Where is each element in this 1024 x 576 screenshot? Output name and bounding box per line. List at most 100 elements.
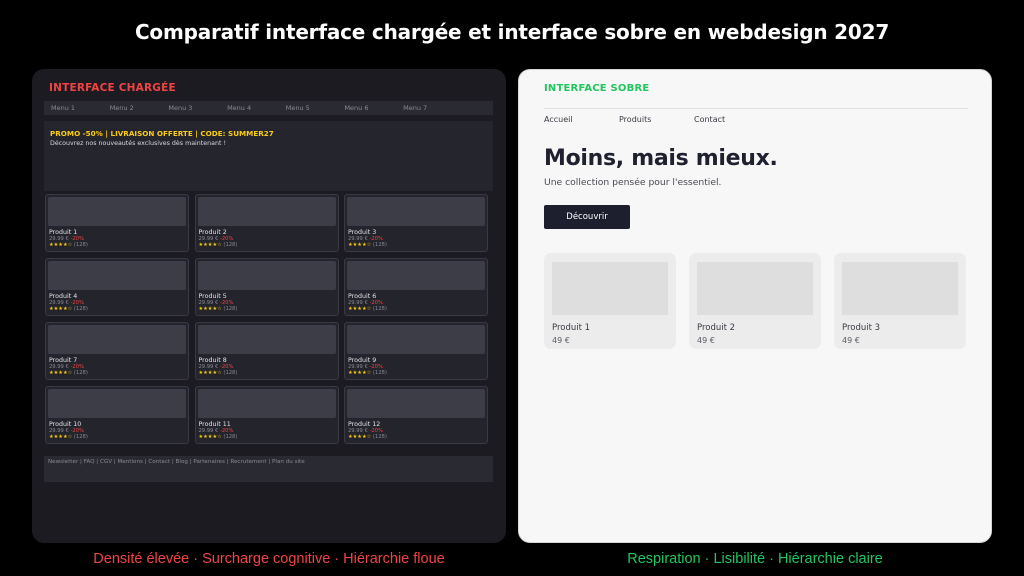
star-rating-icon: ★★★★☆	[348, 434, 372, 440]
product-card[interactable]: Produit 2 29.99 € -20% ★★★★☆ (128)	[194, 194, 339, 252]
product-card[interactable]: Produit 12 29.99 € -20% ★★★★☆ (128)	[344, 386, 488, 444]
header-divider	[544, 108, 968, 109]
product-rating: ★★★★☆ (128)	[347, 434, 485, 440]
product-rating: ★★★★☆ (128)	[198, 434, 336, 440]
review-count: (128)	[372, 434, 387, 440]
footer-links[interactable]: Newsletter | FAQ | CGV | Mentions | Cont…	[44, 456, 493, 482]
cluttered-caption: Densité élevée · Surcharge cognitive · H…	[93, 551, 445, 567]
star-rating-icon: ★★★★☆	[49, 370, 73, 376]
product-rating: ★★★★☆ (128)	[347, 242, 485, 248]
product-card[interactable]: Produit 3 49 €	[834, 253, 966, 349]
product-image-placeholder	[347, 261, 485, 290]
star-rating-icon: ★★★★☆	[348, 370, 372, 376]
star-rating-icon: ★★★★☆	[198, 306, 222, 312]
product-image-placeholder	[197, 389, 336, 418]
product-name: Produit 6	[348, 293, 377, 300]
product-name: Produit 12	[348, 421, 381, 428]
product-image-placeholder	[842, 262, 958, 315]
clean-nav: Accueil Produits Contact	[544, 115, 769, 124]
cluttered-interface-heading: INTERFACE CHARGÉE	[49, 82, 176, 94]
product-card[interactable]: Produit 1 29.99 € -20% ★★★★☆ (128)	[45, 194, 189, 252]
review-count: (128)	[73, 306, 88, 312]
review-count: (128)	[223, 306, 238, 312]
product-card[interactable]: Produit 5 29.99 € -20% ★★★★☆ (128)	[194, 258, 339, 316]
product-card[interactable]: Produit 3 29.99 € -20% ★★★★☆ (128)	[344, 194, 488, 252]
product-image-placeholder	[697, 262, 813, 315]
product-card[interactable]: Produit 1 49 €	[544, 253, 676, 349]
promo-subtitle: Découvrez nos nouveautés exclusives dès …	[50, 140, 226, 147]
product-image-placeholder	[48, 197, 186, 226]
product-card[interactable]: Produit 9 29.99 € -20% ★★★★☆ (128)	[344, 322, 488, 380]
product-image-placeholder	[347, 389, 485, 418]
star-rating-icon: ★★★★☆	[198, 242, 222, 248]
product-rating: ★★★★☆ (128)	[48, 242, 186, 248]
review-count: (128)	[223, 370, 238, 376]
menu-item-7[interactable]: Menu 7	[396, 104, 455, 112]
cluttered-product-grid: Produit 1 29.99 € -20% ★★★★☆ (128) Produit …	[45, 194, 489, 444]
clean-interface-heading: INTERFACE SOBRE	[544, 83, 650, 94]
menu-item-1[interactable]: Menu 1	[44, 104, 103, 112]
clean-product-grid: Produit 1 49 € Produit 2 49 € Produit 3 49 €	[544, 253, 966, 349]
product-card[interactable]: Produit 10 29.99 € -20% ★★★★☆ (128)	[45, 386, 189, 444]
product-name: Produit 3	[842, 323, 881, 333]
clean-caption: Respiration · Lisibilité · Hiérarchie cl…	[627, 551, 883, 567]
hero-subtitle: Une collection pensée pour l'essentiel.	[544, 177, 722, 188]
product-card[interactable]: Produit 11 29.99 € -20% ★★★★☆ (128)	[194, 386, 339, 444]
nav-item-produits[interactable]: Produits	[619, 115, 694, 124]
product-name: Produit 10	[49, 421, 82, 428]
product-card[interactable]: Produit 4 29.99 € -20% ★★★★☆ (128)	[45, 258, 189, 316]
review-count: (128)	[223, 242, 238, 248]
product-rating: ★★★★☆ (128)	[198, 242, 336, 248]
product-rating: ★★★★☆ (128)	[48, 370, 186, 376]
review-count: (128)	[73, 370, 88, 376]
menu-item-5[interactable]: Menu 5	[279, 104, 338, 112]
review-count: (128)	[372, 370, 387, 376]
star-rating-icon: ★★★★☆	[198, 434, 222, 440]
clean-interface-panel: INTERFACE SOBRE Accueil Produits Contact…	[518, 69, 992, 543]
star-rating-icon: ★★★★☆	[198, 370, 222, 376]
product-name: Produit 9	[348, 357, 377, 364]
product-image-placeholder	[347, 197, 485, 226]
star-rating-icon: ★★★★☆	[348, 242, 372, 248]
nav-item-contact[interactable]: Contact	[694, 115, 769, 124]
review-count: (128)	[372, 306, 387, 312]
menu-item-2[interactable]: Menu 2	[103, 104, 162, 112]
review-count: (128)	[73, 434, 88, 440]
product-image-placeholder	[48, 261, 186, 290]
product-card[interactable]: Produit 8 29.99 € -20% ★★★★☆ (128)	[194, 322, 339, 380]
product-rating: ★★★★☆ (128)	[48, 434, 186, 440]
product-name: Produit 1	[49, 229, 78, 236]
product-image-placeholder	[48, 325, 186, 354]
menu-item-4[interactable]: Menu 4	[220, 104, 279, 112]
review-count: (128)	[73, 242, 88, 248]
star-rating-icon: ★★★★☆	[49, 434, 73, 440]
product-rating: ★★★★☆ (128)	[347, 370, 485, 376]
product-name: Produit 2	[697, 323, 736, 333]
menu-item-3[interactable]: Menu 3	[161, 104, 220, 112]
product-name: Produit 1	[552, 323, 591, 333]
discover-button[interactable]: Découvrir	[544, 205, 630, 229]
product-image-placeholder	[48, 389, 186, 418]
product-name: Produit 11	[198, 421, 231, 428]
product-name: Produit 4	[49, 293, 78, 300]
product-price: 49 €	[697, 336, 715, 345]
promo-title: PROMO -50% | LIVRAISON OFFERTE | CODE: S…	[50, 129, 274, 138]
nav-item-accueil[interactable]: Accueil	[544, 115, 619, 124]
product-name: Produit 8	[198, 357, 227, 364]
star-rating-icon: ★★★★☆	[49, 242, 73, 248]
promo-banner[interactable]: PROMO -50% | LIVRAISON OFFERTE | CODE: S…	[44, 121, 493, 191]
product-rating: ★★★★☆ (128)	[198, 306, 336, 312]
product-card[interactable]: Produit 2 49 €	[689, 253, 821, 349]
product-image-placeholder	[197, 325, 336, 354]
product-rating: ★★★★☆ (128)	[198, 370, 336, 376]
product-image-placeholder	[552, 262, 668, 315]
product-image-placeholder	[347, 325, 485, 354]
menu-item-6[interactable]: Menu 6	[337, 104, 396, 112]
review-count: (128)	[372, 242, 387, 248]
page-title: Comparatif interface chargée et interfac…	[134, 20, 890, 44]
product-price: 49 €	[842, 336, 860, 345]
product-card[interactable]: Produit 6 29.99 € -20% ★★★★☆ (128)	[344, 258, 488, 316]
product-card[interactable]: Produit 7 29.99 € -20% ★★★★☆ (128)	[45, 322, 189, 380]
cluttered-interface-panel: INTERFACE CHARGÉE Menu 1 Menu 2 Menu 3 M…	[32, 69, 506, 543]
star-rating-icon: ★★★★☆	[348, 306, 372, 312]
